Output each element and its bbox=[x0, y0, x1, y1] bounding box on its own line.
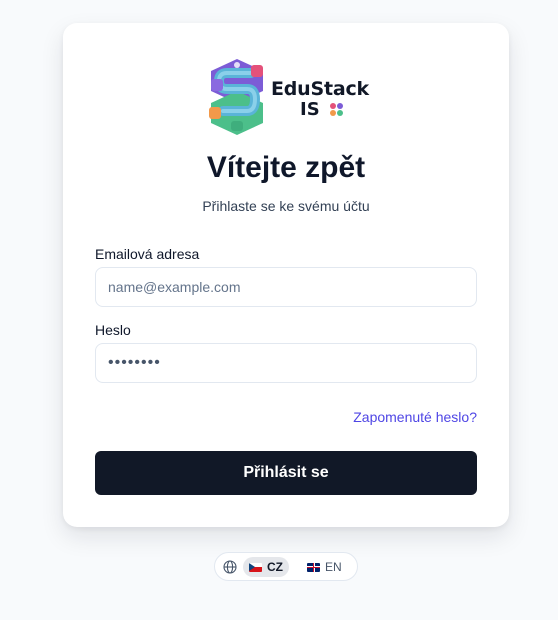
uk-flag-icon bbox=[307, 562, 320, 572]
language-switcher: CZ EN bbox=[214, 552, 358, 581]
language-code: EN bbox=[325, 560, 342, 574]
email-label: Emailová adresa bbox=[95, 246, 200, 262]
page-title: Vítejte zpět bbox=[206, 151, 366, 184]
login-button[interactable]: Přihlásit se bbox=[95, 451, 477, 495]
brand-suffix: IS bbox=[300, 99, 320, 120]
globe-icon bbox=[223, 560, 237, 574]
language-option-cz[interactable]: CZ bbox=[243, 557, 289, 577]
email-field[interactable] bbox=[95, 267, 477, 307]
forgot-password-link[interactable]: Zapomenuté heslo? bbox=[353, 409, 477, 425]
czech-flag-icon bbox=[249, 562, 262, 572]
password-label: Heslo bbox=[95, 322, 131, 338]
language-code: CZ bbox=[267, 560, 283, 574]
login-card: EduStack IS Vítejte zpět Přihlaste se ke… bbox=[63, 23, 509, 527]
edustack-logo-mark bbox=[209, 59, 263, 135]
page-subtitle: Přihlaste se ke svému účtu bbox=[202, 198, 370, 214]
edustack-logo: EduStack IS bbox=[205, 57, 375, 137]
brand-dots-icon bbox=[330, 103, 344, 117]
language-option-en[interactable]: EN bbox=[301, 557, 348, 577]
brand-name: EduStack bbox=[271, 78, 369, 100]
password-field[interactable] bbox=[95, 343, 477, 383]
